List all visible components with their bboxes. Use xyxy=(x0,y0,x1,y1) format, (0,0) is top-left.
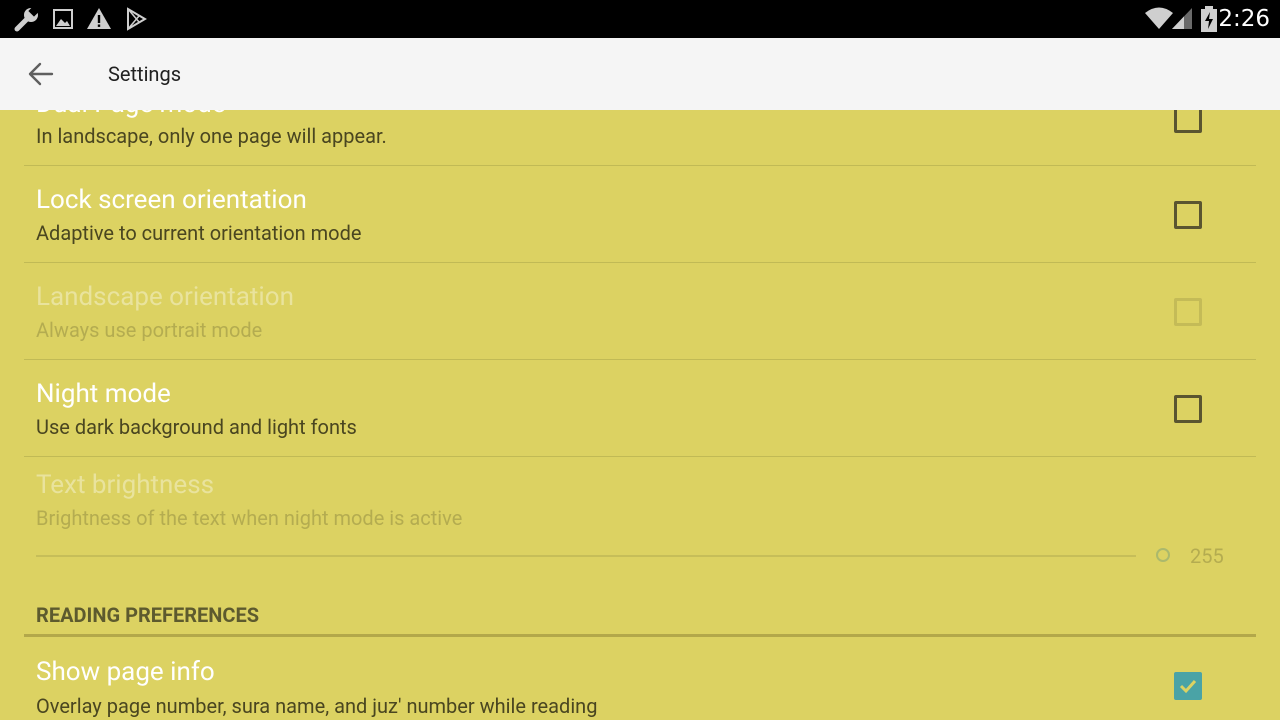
dual-page-checkbox[interactable] xyxy=(1174,110,1202,133)
play-store-icon xyxy=(127,7,147,31)
back-button[interactable] xyxy=(22,56,62,92)
pref-title: Text brightness xyxy=(36,470,215,500)
wrench-icon xyxy=(14,6,39,32)
pref-title: Landscape orientation xyxy=(36,282,294,312)
pref-night-mode[interactable]: Night mode Use dark background and light… xyxy=(24,360,1256,457)
pref-title: Dual Page mode xyxy=(36,110,226,120)
pref-lock-orientation[interactable]: Lock screen orientation Adaptive to curr… xyxy=(24,166,1256,263)
arrow-back-icon xyxy=(28,62,54,86)
landscape-orientation-checkbox[interactable] xyxy=(1174,298,1202,326)
show-page-info-checkbox[interactable] xyxy=(1174,672,1202,700)
pref-landscape-orientation[interactable]: Landscape orientation Always use portrai… xyxy=(24,263,1256,360)
battery-charging-icon xyxy=(1201,6,1217,32)
pref-show-page-info[interactable]: Show page info Overlay page number, sura… xyxy=(24,640,1256,720)
brightness-slider-track[interactable] xyxy=(36,555,1136,557)
image-icon xyxy=(53,9,73,29)
warning-icon xyxy=(87,8,111,29)
pref-summary: Overlay page number, sura name, and juz'… xyxy=(36,694,598,718)
checkmark-icon xyxy=(1179,679,1197,694)
pref-summary: Always use portrait mode xyxy=(36,318,263,342)
status-clock: 2:26 xyxy=(1218,6,1270,32)
pref-title: Lock screen orientation xyxy=(36,185,307,215)
settings-list[interactable]: Dual Page mode In landscape, only one pa… xyxy=(0,110,1280,720)
signal-icon xyxy=(1172,8,1192,29)
brightness-value: 255 xyxy=(1190,544,1224,568)
pref-title: Night mode xyxy=(36,379,171,409)
pref-summary: In landscape, only one page will appear. xyxy=(36,124,387,148)
app-bar: Settings xyxy=(0,38,1280,110)
lock-orientation-checkbox[interactable] xyxy=(1174,201,1202,229)
section-divider xyxy=(24,634,1256,637)
pref-dual-page[interactable]: Dual Page mode In landscape, only one pa… xyxy=(24,110,1256,166)
brightness-slider-thumb[interactable] xyxy=(1156,548,1170,562)
status-bar: 2:26 xyxy=(0,0,1280,38)
pref-summary: Adaptive to current orientation mode xyxy=(36,221,362,245)
pref-summary: Use dark background and light fonts xyxy=(36,415,357,439)
section-header-reading: READING PREFERENCES xyxy=(36,603,260,627)
night-mode-checkbox[interactable] xyxy=(1174,395,1202,423)
pref-title: Show page info xyxy=(36,657,215,687)
pref-summary: Brightness of the text when night mode i… xyxy=(36,506,463,530)
page-title: Settings xyxy=(108,62,182,86)
pref-text-brightness[interactable]: Text brightness Brightness of the text w… xyxy=(24,457,1256,577)
